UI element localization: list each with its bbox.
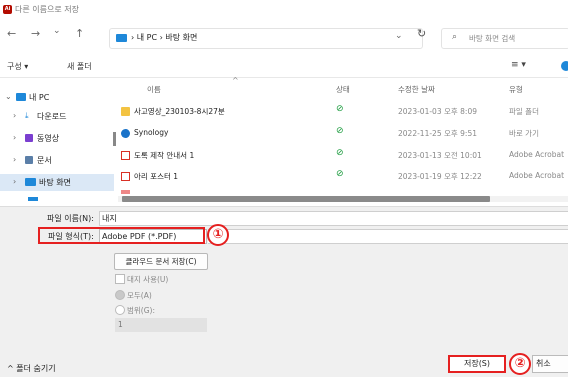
sidebar-item-desktop[interactable]: › 바탕 화면 (0, 174, 114, 191)
filename-input[interactable]: 내지 (99, 211, 568, 226)
range-radio[interactable] (115, 305, 125, 315)
chevron-down-icon[interactable]: ⌄ (5, 92, 12, 101)
column-header-date[interactable]: 수정한 날짜 (398, 84, 435, 95)
cloud-save-button[interactable]: 클라우드 문서 저장(C) (114, 253, 208, 270)
sync-status-icon: ⊘ (336, 126, 344, 136)
range-label: 범위(G): (127, 306, 155, 315)
sync-status-icon: ⊘ (336, 169, 344, 179)
save-button[interactable]: 저장(S) (448, 355, 506, 373)
step-1-marker: ① (207, 224, 229, 246)
sidebar-item-this-pc[interactable]: ⌄ 내 PC (0, 89, 114, 106)
synology-shortcut-icon (121, 129, 130, 138)
pc-icon (16, 93, 26, 101)
file-type: 파일 폴더 (509, 107, 539, 116)
title-bar: Ai 다른 이름으로 저장 (0, 0, 568, 20)
window-title: 다른 이름으로 저장 (15, 5, 79, 14)
sidebar-item-videos[interactable]: › 동영상 (0, 130, 114, 147)
video-icon (25, 134, 33, 142)
file-name: 도록 제작 안내서 1 (134, 151, 195, 160)
file-date: 2022-11-25 오후 9:51 (398, 129, 477, 138)
file-name: 아리 포스터 1 (134, 172, 179, 181)
filename-label: 파일 이름(N): (47, 214, 94, 223)
file-type: Adobe Acrobat (509, 171, 565, 180)
chevron-right-icon[interactable]: › (13, 111, 16, 120)
file-date: 2023-01-13 오전 10:01 (398, 151, 482, 160)
sidebar-item-label: 문서 (37, 156, 52, 165)
file-date: 2023-01-19 오후 12:22 (398, 172, 482, 181)
folder-icon (121, 107, 130, 116)
address-bar[interactable]: › 내 PC › 바탕 화면 ⌄ (109, 28, 423, 49)
illustrator-app-icon: Ai (3, 5, 12, 14)
back-arrow-icon[interactable]: ← (7, 27, 16, 40)
search-input[interactable]: ⌕ 바탕 화면 검색 (441, 28, 568, 49)
download-icon: ⤓ (25, 111, 29, 120)
horizontal-scrollbar-thumb[interactable] (122, 196, 490, 202)
pdf-icon (121, 151, 130, 160)
more-folders-icon (28, 197, 38, 201)
chevron-right-icon[interactable]: › (13, 155, 16, 164)
range-input[interactable]: 1 (115, 318, 207, 332)
pdf-icon (121, 190, 130, 194)
sidebar-item-downloads[interactable]: › ⤓ 다운로드 (0, 108, 114, 125)
spread-label: 대지 사용(U) (127, 275, 169, 284)
chevron-down-icon[interactable]: ⌄ (395, 31, 403, 41)
chevron-right-icon[interactable]: › (13, 177, 16, 186)
up-arrow-icon[interactable]: ↑ (75, 27, 84, 40)
sidebar-item-label: 다운로드 (37, 112, 67, 121)
desktop-folder-icon (116, 34, 127, 42)
file-row[interactable]: Synology ⊘ 2022-11-25 오후 9:51 바로 가기 (118, 124, 568, 144)
search-icon: ⌕ (452, 32, 458, 42)
file-name: 사고영상_230103-8시27분 (134, 107, 225, 116)
new-folder-button[interactable]: 새 폴더 (67, 61, 92, 72)
file-type: Adobe Acrobat (509, 150, 565, 159)
column-header-type[interactable]: 유형 (509, 84, 523, 95)
view-options-button[interactable]: ≡ ▾ (511, 60, 526, 70)
file-row[interactable]: 도록 제작 안내서 1 ⊘ 2023-01-13 오전 10:01 Adobe … (118, 146, 568, 166)
all-pages-label: 모두(A) (127, 291, 152, 300)
sidebar-item-documents[interactable]: › 문서 (0, 152, 114, 169)
column-header-name[interactable]: 이름 (147, 84, 161, 95)
refresh-icon[interactable]: ↻ (417, 27, 426, 40)
hide-folders-toggle[interactable]: ^ 폴더 숨기기 (7, 363, 56, 374)
column-header-status[interactable]: 상태 (336, 84, 350, 95)
file-name: Synology (134, 128, 169, 137)
file-row[interactable]: 사고영상_230103-8시27분 ⊘ 2023-01-03 오후 8:09 파… (118, 102, 568, 122)
spread-checkbox[interactable] (115, 274, 125, 284)
filetype-highlight (38, 227, 205, 244)
sidebar-item-label: 동영상 (37, 134, 60, 143)
sync-status-icon: ⊘ (336, 148, 344, 158)
file-date: 2023-01-03 오후 8:09 (398, 107, 477, 116)
search-placeholder: 바탕 화면 검색 (469, 34, 516, 43)
file-row[interactable]: 아리 포스터 1 ⊘ 2023-01-19 오후 12:22 Adobe Acr… (118, 167, 568, 187)
forward-arrow-icon[interactable]: → (31, 27, 40, 40)
cancel-button[interactable]: 취소 (532, 355, 568, 373)
sidebar-item-label: 바탕 화면 (39, 178, 71, 187)
pdf-icon (121, 172, 130, 181)
organize-button[interactable]: 구성 ▾ (7, 61, 28, 72)
file-type: 바로 가기 (509, 129, 539, 138)
document-icon (25, 156, 33, 164)
breadcrumb[interactable]: › 내 PC › 바탕 화면 (131, 32, 197, 43)
sidebar-item-label: 내 PC (29, 93, 50, 102)
recent-locations-icon[interactable]: ⌄ (53, 26, 61, 36)
sort-indicator: ^ (232, 76, 239, 85)
chevron-right-icon[interactable]: › (13, 133, 16, 142)
desktop-icon (25, 178, 36, 186)
sync-status-icon: ⊘ (336, 104, 344, 114)
step-2-marker: ② (509, 353, 531, 375)
sidebar-scrollbar[interactable] (113, 132, 116, 146)
help-icon[interactable] (561, 61, 568, 71)
filetype-select-extension[interactable] (208, 229, 568, 244)
all-pages-radio[interactable] (115, 290, 125, 300)
